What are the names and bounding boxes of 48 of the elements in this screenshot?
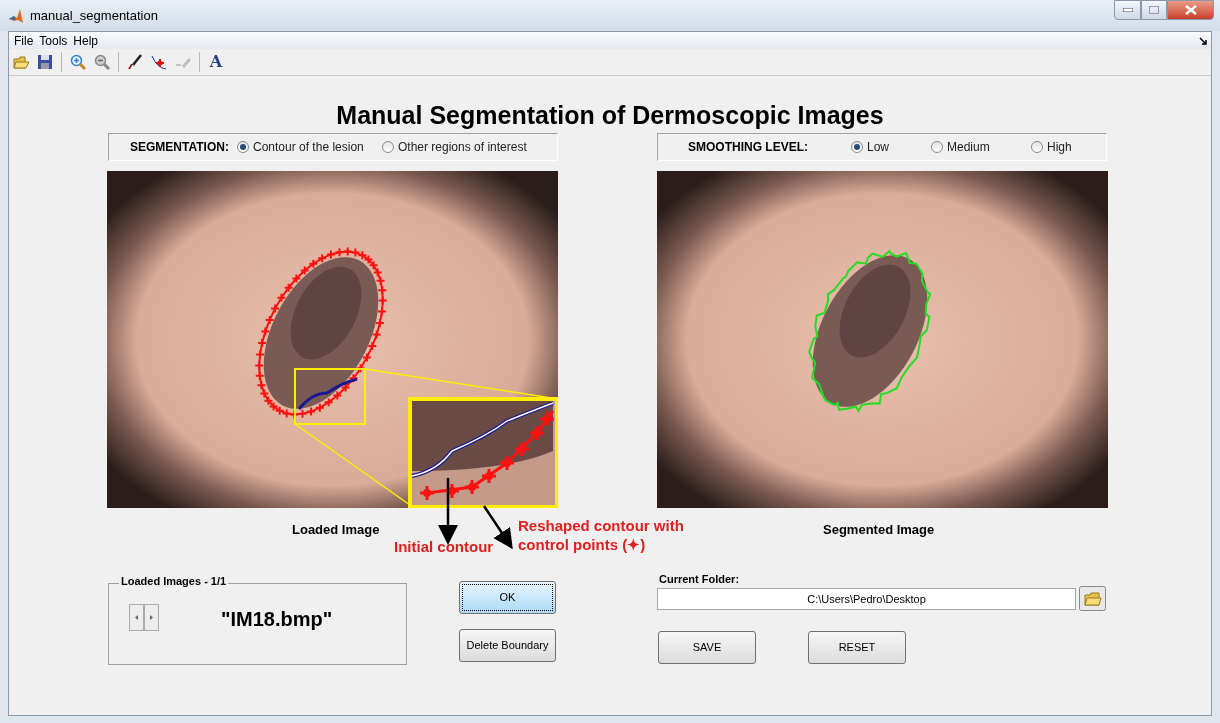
radio-option[interactable]: Other regions of interest xyxy=(382,138,552,156)
radio-button[interactable] xyxy=(851,141,863,153)
menu-item[interactable]: File xyxy=(11,31,37,50)
zoom-in-icon[interactable] xyxy=(69,53,87,71)
radio-button[interactable] xyxy=(237,141,249,153)
radio-button[interactable] xyxy=(382,141,394,153)
panel-label: SMOOTHING LEVEL: xyxy=(687,139,809,156)
points-icon[interactable] xyxy=(150,53,168,71)
dock-arrow-icon[interactable] xyxy=(1199,36,1207,45)
annotation-label: Initial contour xyxy=(394,537,494,557)
close-button[interactable] xyxy=(1167,0,1214,20)
minimize-icon xyxy=(1122,8,1133,12)
image-caption: Segmented Image xyxy=(823,521,935,539)
radio-option[interactable]: Low xyxy=(851,138,931,156)
save-icon[interactable] xyxy=(36,53,54,71)
window-title: manual_segmentation xyxy=(30,6,158,25)
radio-option[interactable]: High xyxy=(1031,138,1101,156)
field-label: Current Folder: xyxy=(658,573,741,586)
radio-option[interactable]: Medium xyxy=(931,138,1031,156)
maximize-icon xyxy=(1149,6,1159,14)
file-name: "IM18.bmp" xyxy=(221,607,333,632)
annotation-label: Reshaped contour with control points (✦) xyxy=(518,516,685,554)
reset-button[interactable]: RESET xyxy=(808,631,906,664)
save-button[interactable]: SAVE xyxy=(658,631,756,664)
panel-title: Loaded Images - 1/1 xyxy=(119,576,229,587)
image-caption: Loaded Image xyxy=(292,521,380,539)
folder-path-field[interactable]: C:\Users\Pedro\Desktop xyxy=(657,587,1076,610)
radio-button[interactable] xyxy=(1031,141,1043,153)
folder-browse-button[interactable] xyxy=(1079,586,1106,611)
open-folder-icon[interactable] xyxy=(12,53,30,71)
page-heading: Manual Segmentation of Dermoscopic Images xyxy=(335,100,885,127)
panel-label: SEGMENTATION: xyxy=(129,139,230,156)
text-tool-button[interactable]: A xyxy=(206,52,226,72)
app-logo-icon xyxy=(8,7,24,24)
minimize-button[interactable] xyxy=(1114,0,1141,20)
maximize-button[interactable] xyxy=(1141,0,1167,20)
delete-boundary-button[interactable]: Delete Boundary xyxy=(459,629,556,662)
zoom-out-icon[interactable] xyxy=(93,53,111,71)
ok-button[interactable]: OK xyxy=(459,581,556,614)
menu-item[interactable]: Help xyxy=(70,31,102,50)
brush-icon[interactable] xyxy=(126,53,144,71)
initial-contour-line xyxy=(297,377,358,410)
next-arrow-button[interactable] xyxy=(144,604,159,631)
menu-item[interactable]: Tools xyxy=(36,31,71,50)
previous-arrow-button[interactable] xyxy=(129,604,144,631)
radio-option[interactable]: Contour of the lesion xyxy=(237,138,382,156)
close-icon xyxy=(1184,5,1197,15)
radio-button[interactable] xyxy=(931,141,943,153)
